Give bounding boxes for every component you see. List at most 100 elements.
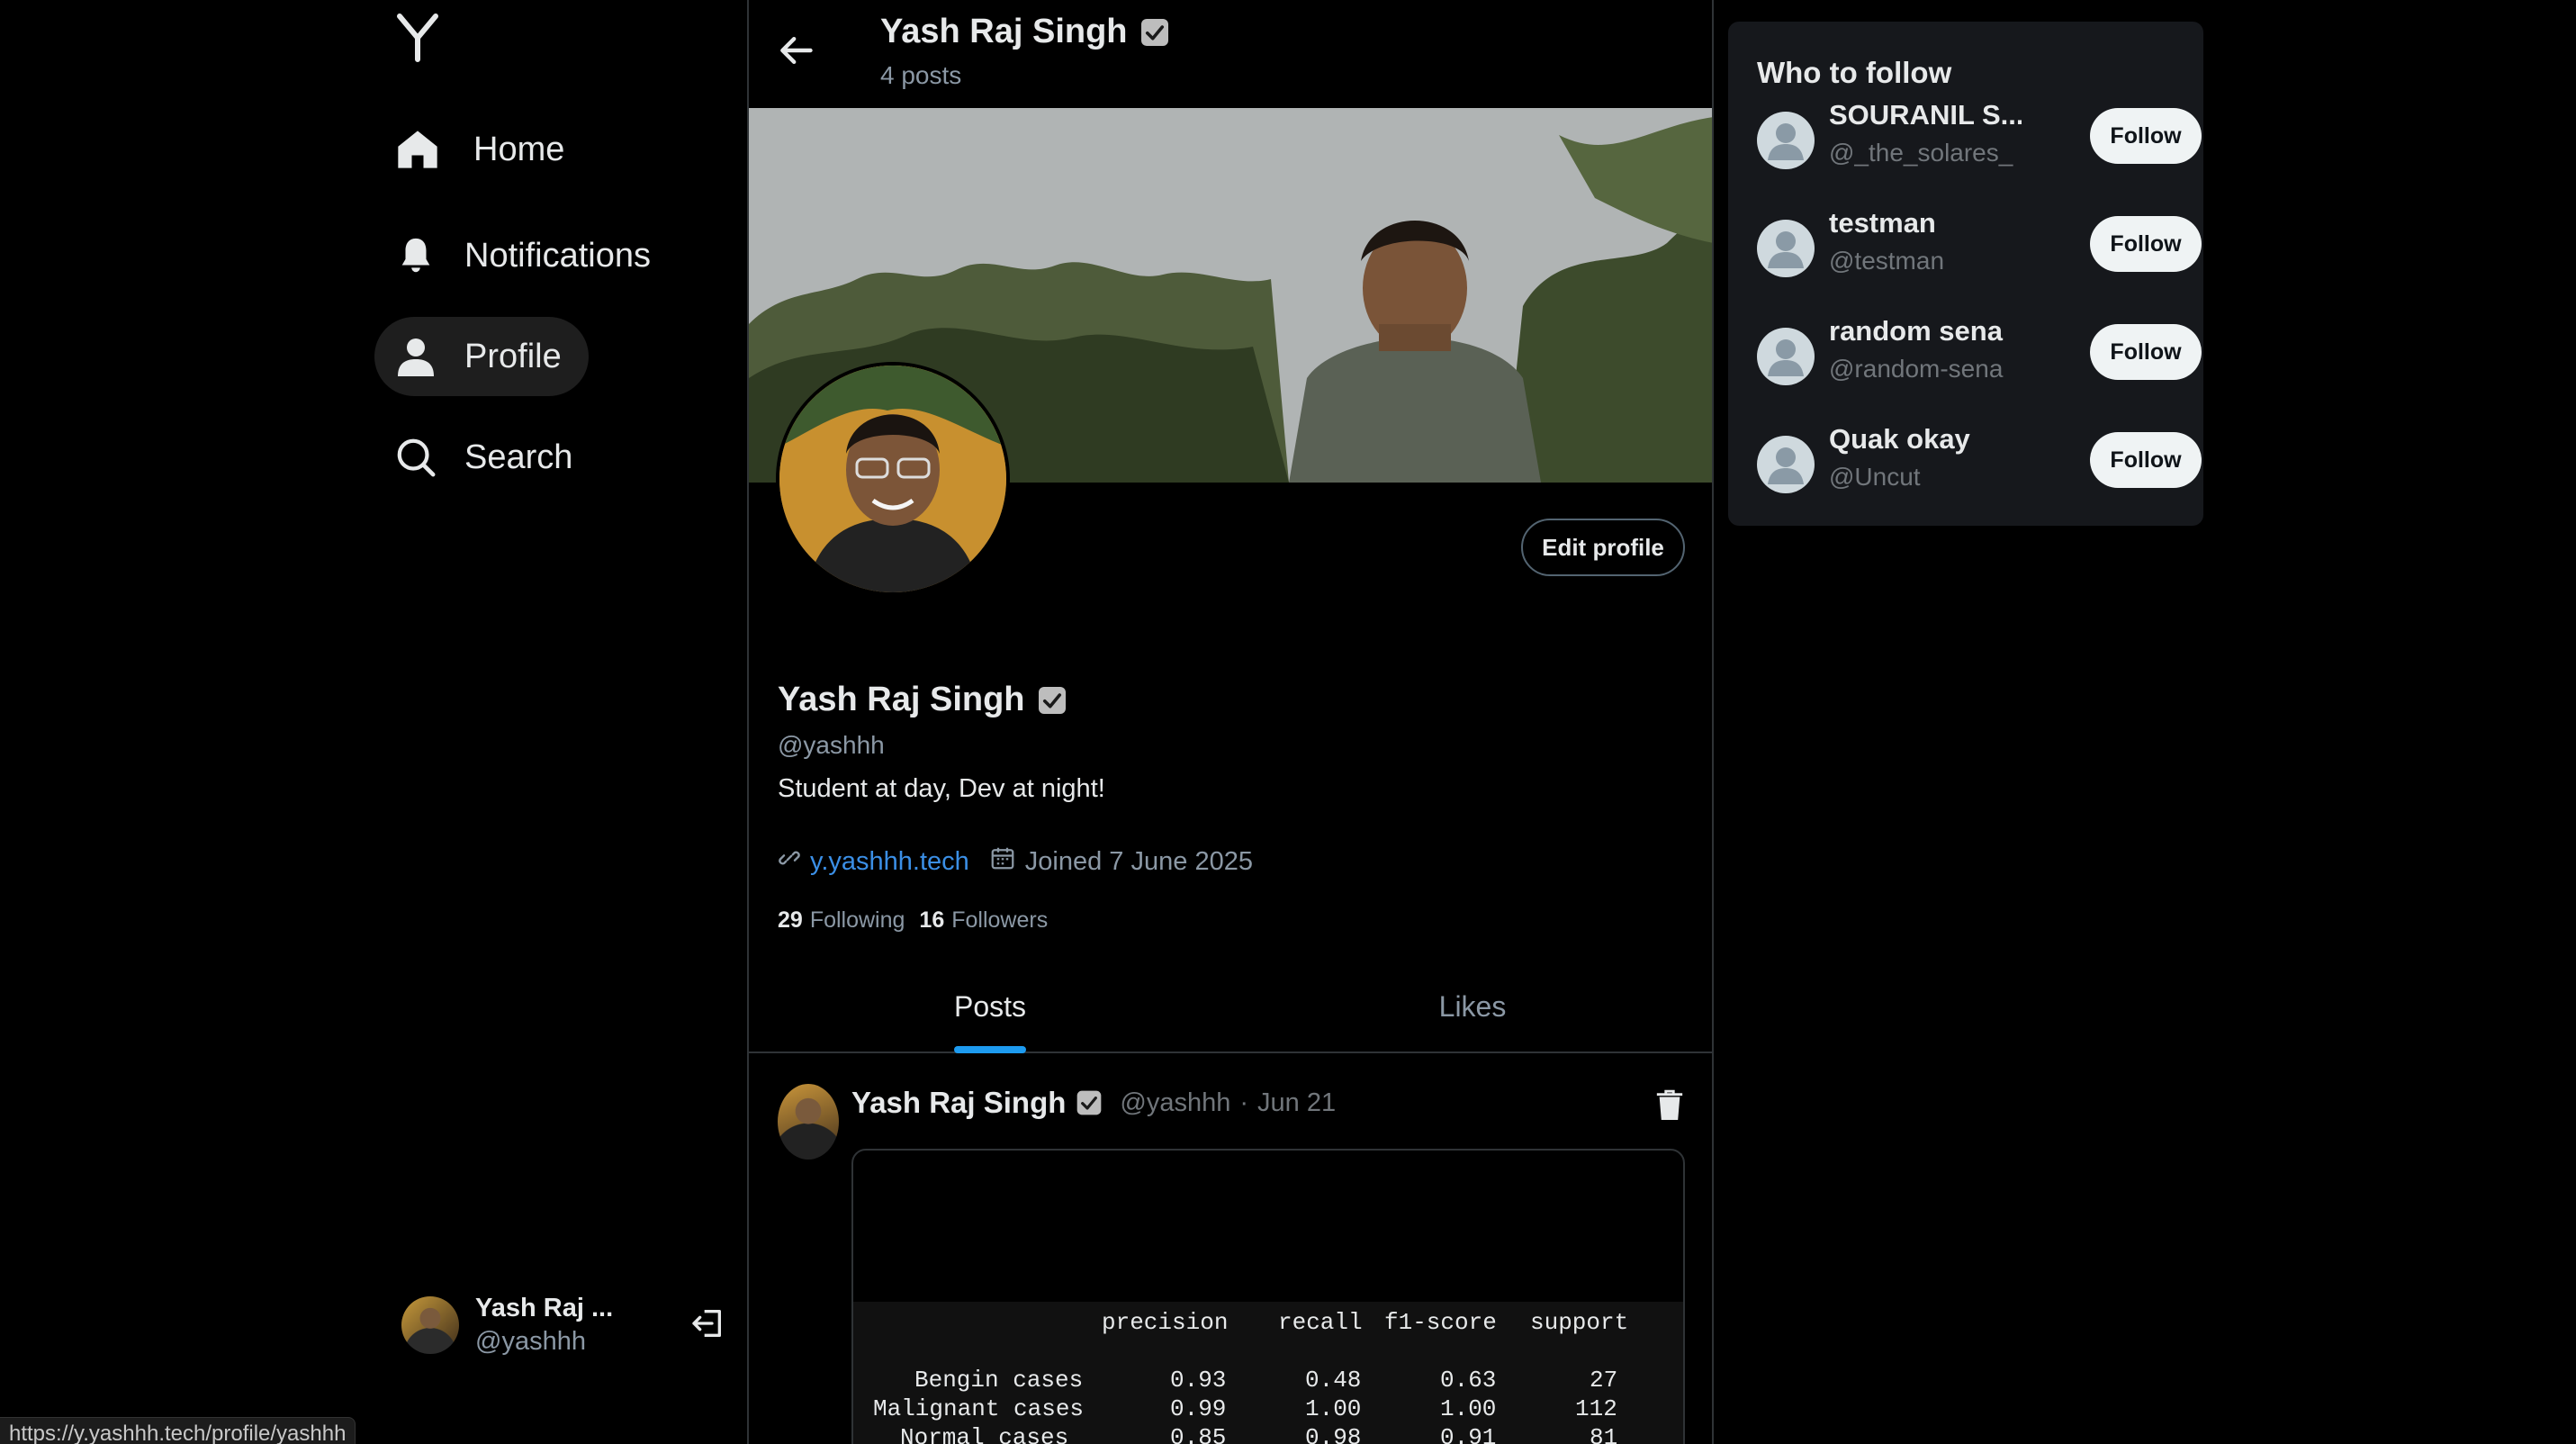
suggestion-name: Quak okay	[1829, 423, 1970, 455]
account-name: Yash Raj ...	[475, 1294, 614, 1322]
back-arrow-icon[interactable]	[776, 31, 815, 70]
edit-profile-button[interactable]: Edit profile	[1521, 519, 1685, 576]
followers-label: Followers	[951, 907, 1049, 933]
report-header-cell: precision	[1102, 1309, 1229, 1336]
report-cell: 81	[1590, 1424, 1618, 1444]
trash-icon[interactable]	[1654, 1088, 1685, 1122]
sidebar-item-notifications[interactable]: Notifications	[374, 216, 678, 295]
verified-badge-icon	[1140, 18, 1168, 46]
link-icon	[778, 846, 801, 877]
joined-date: Joined 7 June 2025	[1024, 846, 1253, 876]
report-header-cell: recall	[1278, 1309, 1363, 1336]
suggestion-name: SOURANIL S...	[1829, 99, 2022, 131]
sidebar-item-label: Search	[464, 438, 573, 476]
calendar-icon	[989, 844, 1016, 879]
report-row: Bengin cases 0.93 0.48 0.63 27	[853, 1367, 1683, 1395]
logout-icon[interactable]	[689, 1305, 725, 1341]
person-icon	[392, 333, 439, 380]
following-link[interactable]: 29 Following	[778, 907, 905, 934]
report-cell: 0.98	[1305, 1424, 1362, 1444]
posts-count: 4 posts	[880, 61, 962, 89]
post-date: Jun 21	[1257, 1088, 1337, 1117]
search-icon	[392, 434, 439, 481]
account-switcher[interactable]: Yash Raj ... @yashhh	[401, 1287, 725, 1363]
follow-button[interactable]: Follow	[2090, 432, 2202, 488]
followers-count: 16	[919, 907, 945, 933]
default-avatar-icon	[1757, 220, 1815, 277]
following-label: Following	[809, 907, 905, 933]
profile-bio: Student at day, Dev at night!	[778, 774, 1105, 803]
follow-suggestion[interactable]: Quak okay @Uncut Follow	[1757, 423, 2202, 504]
report-cell: 0.99	[1170, 1395, 1227, 1422]
post-header: Yash Raj Singh @yashhh · Jun 21	[851, 1086, 1336, 1120]
following-count: 29	[778, 907, 803, 933]
verified-badge-icon	[1077, 1090, 1102, 1115]
report-cell: 0.48	[1305, 1367, 1362, 1394]
suggestion-name: testman	[1829, 207, 1936, 239]
followers-link[interactable]: 16 Followers	[919, 907, 1048, 934]
follow-button[interactable]: Follow	[2090, 108, 2202, 164]
header-name: Yash Raj Singh	[880, 13, 1128, 50]
follow-suggestion[interactable]: SOURANIL S... @_the_solares_ Follow	[1757, 99, 2202, 180]
follow-suggestion[interactable]: testman @testman Follow	[1757, 207, 2202, 288]
suggestion-handle: @Uncut	[1829, 463, 1921, 491]
report-header-cell: support	[1530, 1309, 1629, 1336]
report-label: Bengin cases	[914, 1367, 1084, 1394]
profile-header: Yash Raj Singh 4 posts	[749, 0, 1712, 106]
bell-icon	[392, 232, 439, 279]
report-header-cell: f1-score	[1384, 1309, 1497, 1336]
who-to-follow-panel: Who to follow SOURANIL S... @_the_solare…	[1728, 22, 2203, 526]
follow-button[interactable]: Follow	[2090, 324, 2202, 380]
post-image[interactable]: precision recall f1-score support Bengin…	[851, 1149, 1685, 1444]
profile-avatar[interactable]	[776, 362, 1010, 596]
sidebar-item-search[interactable]: Search	[374, 418, 599, 497]
suggestion-handle: @_the_solares_	[1829, 139, 2013, 167]
suggestion-name: random sena	[1829, 315, 2003, 347]
sidebar-item-home[interactable]: Home	[376, 110, 591, 189]
sidebar-item-label: Profile	[464, 337, 562, 375]
y-logo-icon[interactable]	[392, 7, 443, 65]
status-bar-url: https://y.yashhh.tech/profile/yashhh	[0, 1417, 356, 1444]
left-sidebar: Home Notifications Profile Search Yash R…	[0, 0, 747, 1444]
report-header-row: precision recall f1-score support	[853, 1309, 1683, 1338]
suggestion-handle: @testman	[1829, 247, 1945, 275]
sidebar-item-label: Notifications	[464, 236, 651, 275]
main-column: Yash Raj Singh 4 posts Edit profile Yash…	[747, 0, 1714, 1444]
report-cell: 0.85	[1170, 1424, 1227, 1444]
who-to-follow-title: Who to follow	[1757, 56, 1952, 89]
suggestion-handle: @random-sena	[1829, 355, 2004, 383]
home-icon	[394, 126, 441, 173]
sidebar-item-profile[interactable]: Profile	[374, 317, 589, 396]
default-avatar-icon	[1757, 436, 1815, 493]
report-label: Malignant cases	[873, 1395, 1085, 1422]
profile-tabs: Posts Likes	[749, 961, 1712, 1053]
app-root: Home Notifications Profile Search Yash R…	[0, 0, 2576, 1444]
classification-report: precision recall f1-score support Bengin…	[853, 1302, 1683, 1444]
tab-posts[interactable]: Posts	[749, 961, 1231, 1051]
profile-handle: @yashhh	[778, 731, 885, 759]
page-title: Yash Raj Singh	[880, 13, 1171, 51]
post-handle: @yashhh	[1120, 1088, 1231, 1117]
report-cell: 112	[1575, 1395, 1617, 1422]
default-avatar-icon	[1757, 112, 1815, 169]
avatar	[401, 1296, 459, 1354]
post-separator: ·	[1239, 1088, 1249, 1117]
profile-name-row: Yash Raj Singh	[778, 681, 1068, 719]
account-handle: @yashhh	[475, 1327, 586, 1356]
report-cell: 1.00	[1440, 1395, 1497, 1422]
report-label: Normal cases	[900, 1424, 1069, 1444]
post-author-name[interactable]: Yash Raj Singh	[851, 1086, 1066, 1120]
post-card[interactable]: Yash Raj Singh @yashhh · Jun 21 precisio…	[749, 1055, 1712, 1444]
default-avatar-icon	[1757, 328, 1815, 385]
post-author-avatar[interactable]	[778, 1084, 839, 1160]
follow-button[interactable]: Follow	[2090, 216, 2202, 272]
report-cell: 0.63	[1440, 1367, 1497, 1394]
profile-meta-row: y.yashhh.tech Joined 7 June 2025	[778, 844, 1253, 879]
follow-suggestion[interactable]: random sena @random-sena Follow	[1757, 315, 2202, 396]
website-link[interactable]: y.yashhh.tech	[810, 847, 969, 877]
profile-name: Yash Raj Singh	[778, 681, 1025, 718]
tab-likes[interactable]: Likes	[1231, 961, 1712, 1051]
report-cell: 27	[1590, 1367, 1618, 1394]
report-cell: 0.93	[1170, 1367, 1227, 1394]
report-row: Malignant cases 0.99 1.00 1.00 112	[853, 1395, 1683, 1424]
